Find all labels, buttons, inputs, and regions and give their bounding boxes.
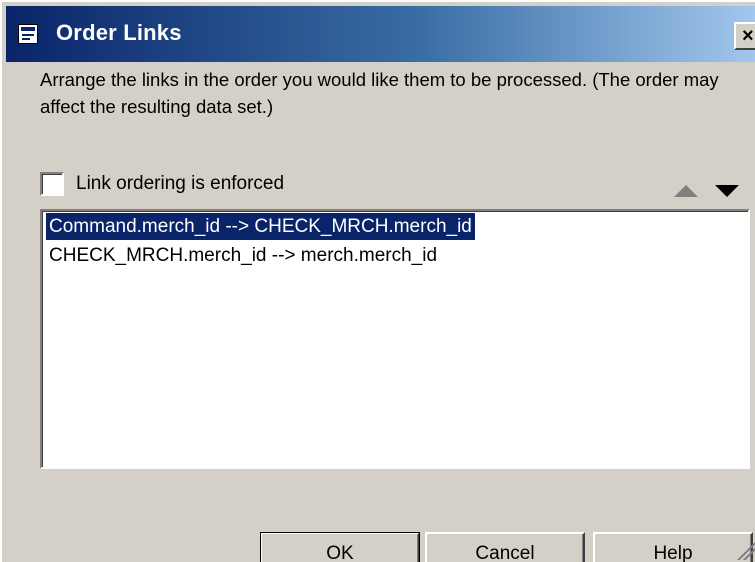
dialog-title: Order Links xyxy=(56,20,182,45)
order-links-dialog: Order Links × Arrange the links in the o… xyxy=(0,0,755,562)
move-down-arrow-icon[interactable] xyxy=(715,185,739,197)
cancel-button[interactable]: Cancel xyxy=(425,532,585,562)
help-button[interactable]: Help xyxy=(593,532,753,562)
close-button[interactable]: × xyxy=(734,22,755,50)
enforce-ordering-label[interactable]: Link ordering is enforced xyxy=(76,173,284,195)
list-item[interactable]: CHECK_MRCH.merch_id --> merch.merch_id xyxy=(46,242,440,269)
ok-button[interactable]: OK xyxy=(260,532,420,562)
app-window-icon xyxy=(18,24,38,44)
resize-grip-icon[interactable] xyxy=(737,542,755,560)
title-bar[interactable]: Order Links × xyxy=(6,6,755,62)
instructions-text: Arrange the links in the order you would… xyxy=(40,69,719,117)
enforce-ordering-checkbox[interactable] xyxy=(40,172,64,196)
links-listbox[interactable]: Command.merch_id --> CHECK_MRCH.merch_id… xyxy=(40,209,750,469)
list-item[interactable]: Command.merch_id --> CHECK_MRCH.merch_id xyxy=(46,213,475,240)
move-up-arrow-icon[interactable] xyxy=(674,185,698,197)
